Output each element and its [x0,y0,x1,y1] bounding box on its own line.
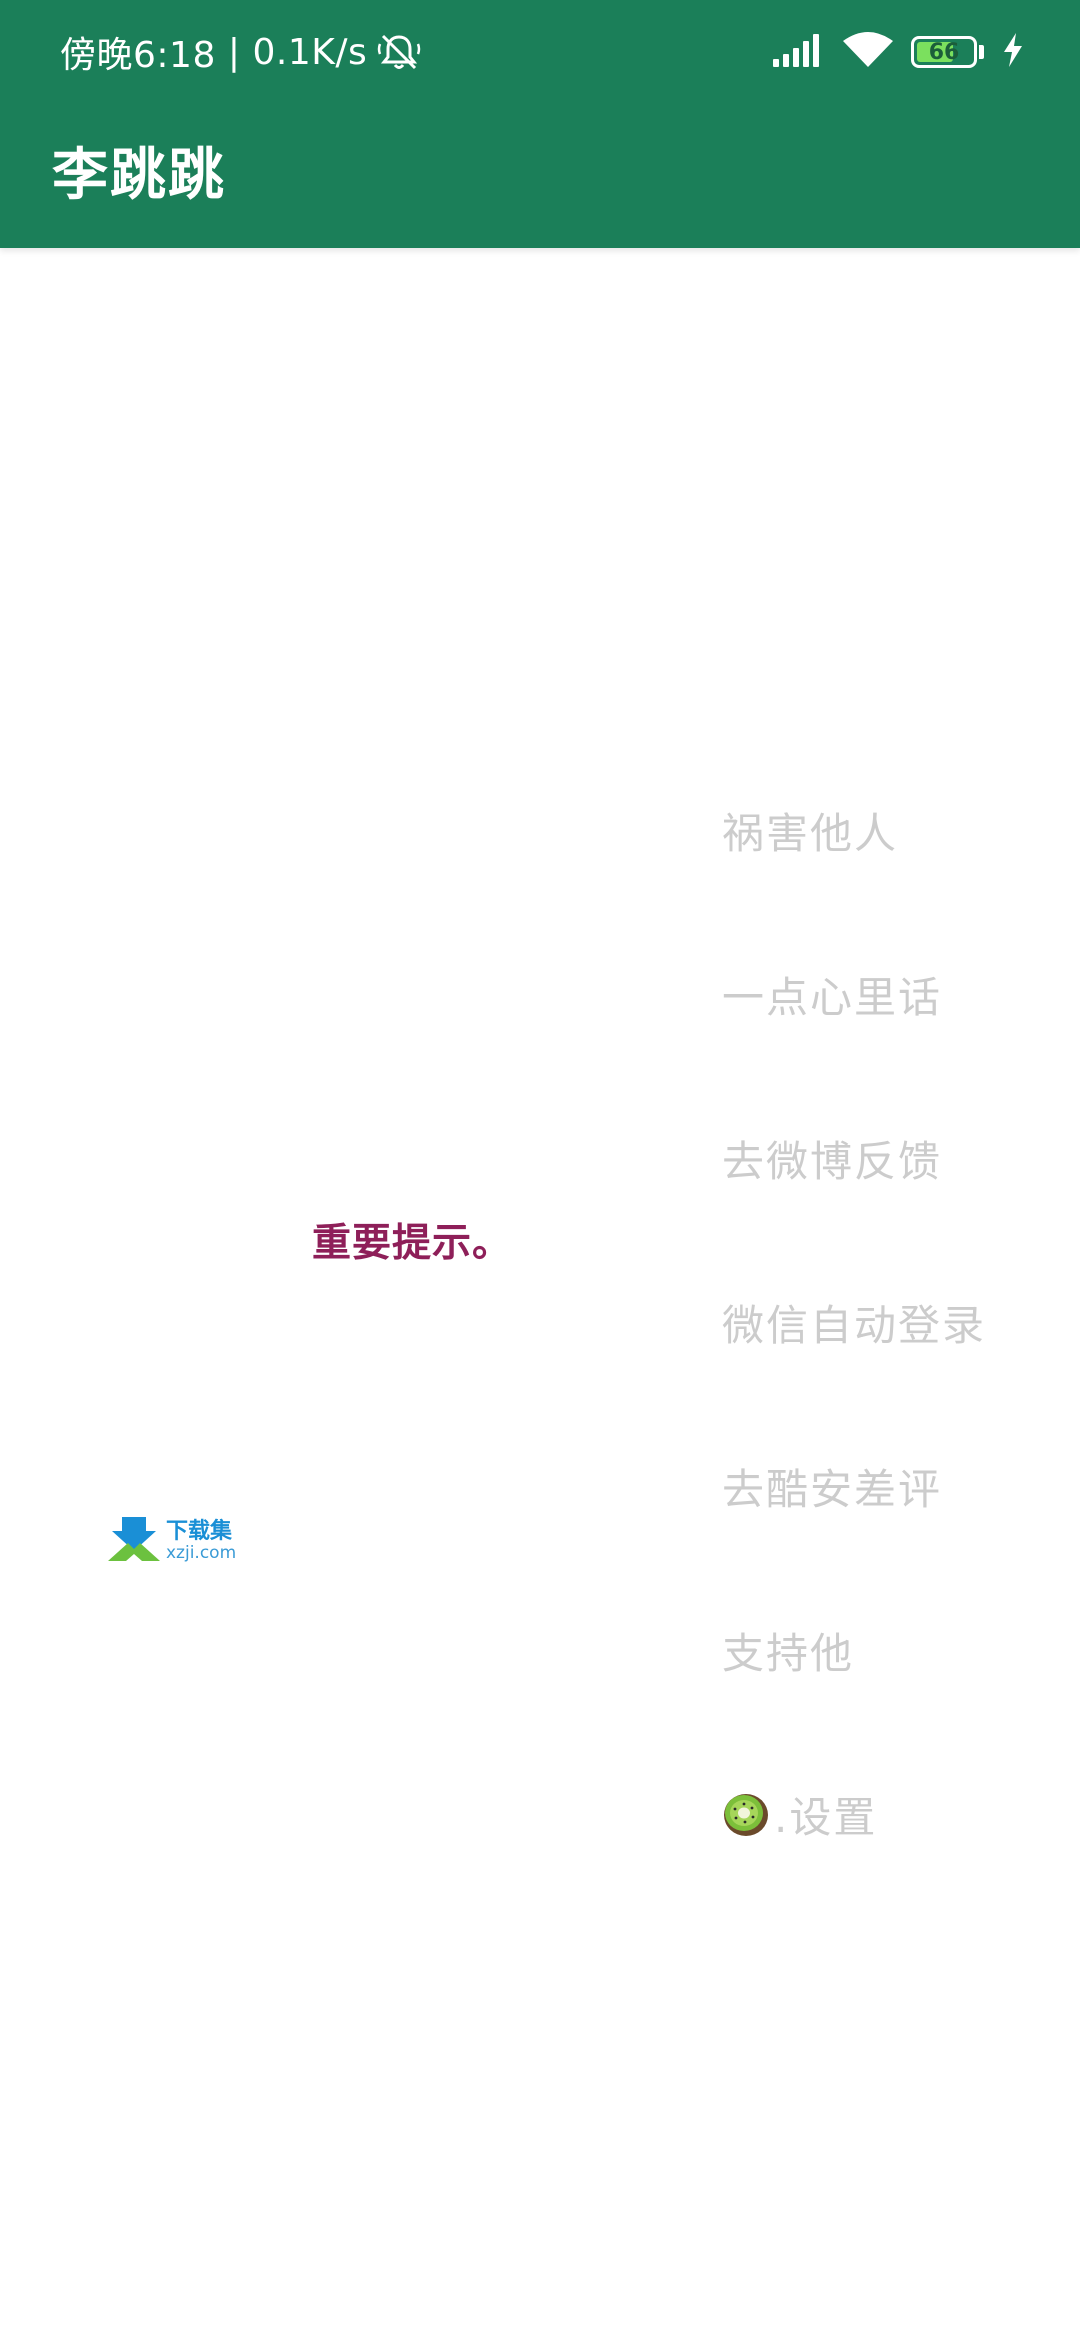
charging-bolt-icon [1002,33,1024,71]
app-header: 傍晚6:18 | 0.1K/s 66 李跳跳 [0,0,1080,248]
menu-item-label: 祸害他人 [722,808,899,858]
download-arrow-icon [108,1517,160,1565]
menu-item-harm-others[interactable]: 祸害他人 [722,748,986,912]
battery-level: 66 [928,39,960,65]
menu-item-support[interactable]: 支持他 [722,1568,986,1732]
watermark-text: 下载集 xzji.com [166,1518,237,1563]
app-title: 李跳跳 [52,143,226,208]
watermark-domain: xzji.com [166,1542,237,1563]
menu-item-label: .设置 [774,1792,878,1842]
kiwi-icon [722,1790,770,1838]
side-menu: 祸害他人 一点心里话 去微博反馈 微信自动登录 去酷安差评 支持他 .设置 [722,748,986,1896]
signal-icon [773,33,825,71]
important-notice-text[interactable]: 重要提示。 [312,1212,512,1268]
status-bar: 傍晚6:18 | 0.1K/s 66 [0,0,1080,104]
battery-icon: 66 [911,36,977,68]
menu-item-label: 支持他 [722,1628,855,1678]
status-right: 66 [773,26,1024,78]
battery-indicator: 66 [911,36,984,68]
menu-item-label: 一点心里话 [722,972,943,1022]
menu-item-wechat-auto-login[interactable]: 微信自动登录 [722,1240,986,1404]
menu-item-coolapk-review[interactable]: 去酷安差评 [722,1404,986,1568]
screen: 傍晚6:18 | 0.1K/s 66 李跳跳 重要提示。 祸害他人 一点心里话 … [0,0,1080,2340]
network-speed: 0.1K/s [252,31,368,73]
menu-item-weibo-feedback[interactable]: 去微博反馈 [722,1076,986,1240]
status-time: 傍晚6:18 [60,35,216,76]
watermark-logo: 下载集 xzji.com [108,1516,258,1566]
mute-bell-icon [377,32,421,72]
menu-item-label: 微信自动登录 [722,1300,987,1350]
menu-item-settings[interactable]: .设置 [722,1732,986,1896]
menu-item-label: 去酷安差评 [722,1464,943,1514]
menu-item-heartfelt-words[interactable]: 一点心里话 [722,912,986,1076]
watermark-title: 下载集 [166,1518,233,1544]
wifi-icon [843,31,893,73]
status-separator: | [227,31,241,73]
status-left: 傍晚6:18 | 0.1K/s [60,26,421,78]
menu-item-label: 去微博反馈 [722,1136,943,1186]
battery-cap [979,45,984,59]
